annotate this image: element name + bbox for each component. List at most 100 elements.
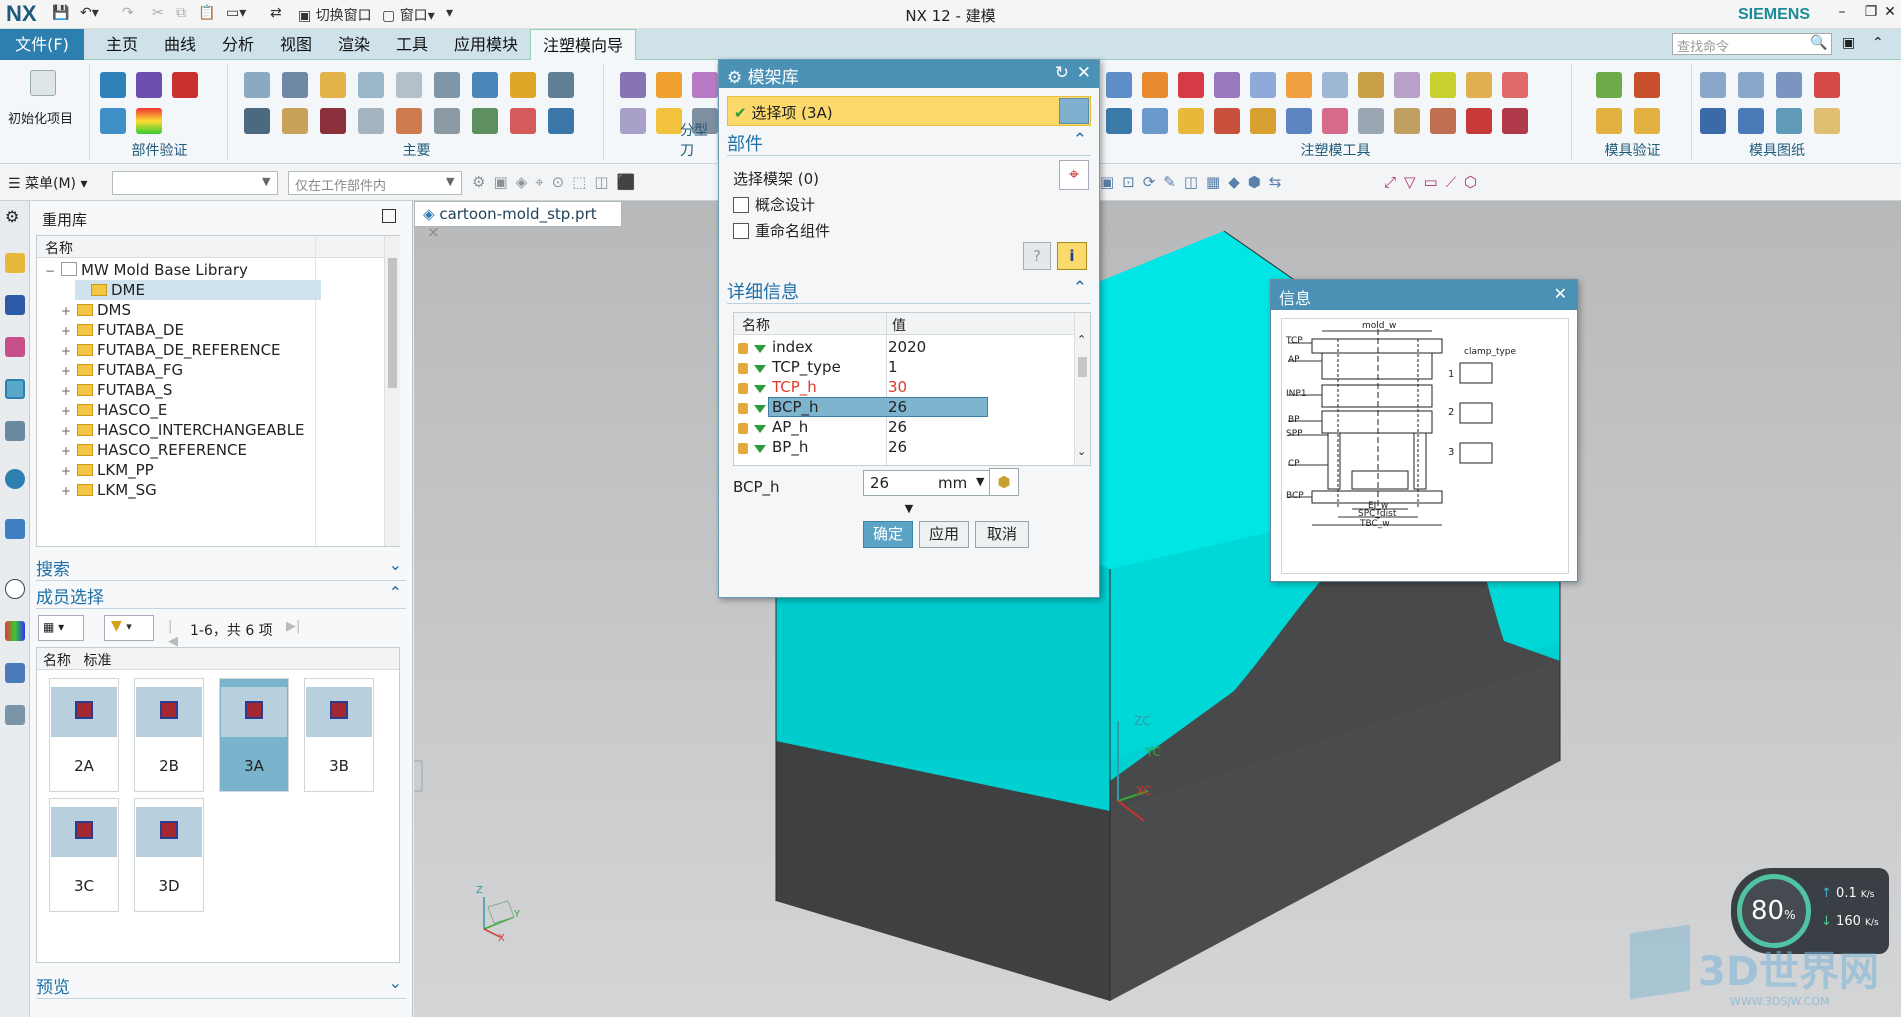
command-search-input[interactable]: 查找命令 [1672,33,1832,55]
tab-analysis[interactable]: 分析 [210,29,266,60]
mold-tool-icon-17[interactable] [1250,108,1276,134]
tree-item[interactable]: + FUTABA_S [45,380,345,400]
mold-drawing-icon-7[interactable] [1776,108,1802,134]
main-tool-icon-1[interactable] [244,72,270,98]
mold-tool-icon-10[interactable] [1430,72,1456,98]
view-manager-icon[interactable] [5,421,25,441]
roles-icon[interactable] [5,705,25,725]
mold-tool-icon-3[interactable] [1178,72,1204,98]
mold-drawing-icon-2[interactable] [1738,72,1764,98]
tree-item[interactable]: + LKM_PP [45,460,345,480]
tree-item[interactable]: + DMS [45,300,345,320]
mold-tool-icon-6[interactable] [1286,72,1312,98]
chevron-down-icon[interactable]: ⌄ [389,973,402,992]
part-validation-icon-2[interactable] [136,72,162,98]
mold-tool-icon-9[interactable] [1394,72,1420,98]
part-navigator-icon[interactable] [5,337,25,357]
search-section-header[interactable]: 搜索 ⌄ [36,555,406,581]
mold-tool-icon-21[interactable] [1394,108,1420,134]
next-page-button[interactable]: ▶| [282,615,304,641]
concept-design-checkbox[interactable]: 概念设计 [733,194,815,215]
mold-tool-icon-15[interactable] [1178,108,1204,134]
mold-tool-icon-22[interactable] [1430,108,1456,134]
more-options-icon[interactable]: ▼ [719,502,1099,516]
mold-drawing-icon-3[interactable] [1776,72,1802,98]
expression-icon[interactable]: ⬢ [989,468,1019,496]
tab-home[interactable]: 主页 [94,29,150,60]
main-tool-icon-11[interactable] [282,108,308,134]
mold-tool-icon-20[interactable] [1358,108,1384,134]
scroll-down-icon[interactable]: ⌄ [1077,445,1086,458]
mold-tool-icon-24[interactable] [1502,108,1528,134]
tab-file[interactable]: 文件(F) [0,29,84,60]
mold-drawing-icon-5[interactable] [1700,108,1726,134]
collapse-icon[interactable]: − [45,261,57,281]
init-project-button[interactable]: 初始化项目 [8,108,73,127]
lock-icon[interactable] [738,343,748,354]
chevron-up-icon[interactable]: ⌃ [389,583,402,602]
lock-icon[interactable] [738,423,748,434]
part-validation-icon-3[interactable] [172,72,198,98]
tree-item[interactable]: + HASCO_INTERCHANGEABLE [45,420,345,440]
gear-icon[interactable]: ⚙ [727,68,742,88]
member-3b[interactable]: 3B [304,678,374,792]
param-row[interactable]: TCP_type 1 [734,357,1074,377]
search-icon[interactable]: 🔍 [1810,35,1827,51]
mold-tool-icon-7[interactable] [1322,72,1348,98]
main-tool-icon-12[interactable] [320,108,346,134]
main-tool-icon-15[interactable] [434,108,460,134]
expand-icon[interactable]: + [61,321,73,341]
mold-tool-icon-23[interactable] [1466,108,1492,134]
help-icon[interactable]: ? [1023,242,1051,270]
param-row[interactable]: TCP_h 30 [734,377,1074,397]
mold-tool-icon-12[interactable] [1502,72,1528,98]
mold-tool-icon-13[interactable] [1106,108,1132,134]
selection-scope-combo[interactable]: 仅在工作部件内 [288,171,462,195]
chevron-down-icon[interactable]: ▼ [976,475,984,488]
tab-mold-wizard[interactable]: 注塑模向导 [530,29,637,60]
history-icon[interactable] [5,519,25,539]
close-icon[interactable]: ✕ [1077,63,1091,83]
expand-icon[interactable]: + [61,381,73,401]
chevron-down-icon[interactable]: ⌄ [389,555,402,574]
minimize-button[interactable]: – [1829,4,1855,24]
palette-icon[interactable] [5,621,25,641]
main-tool-icon-9[interactable] [548,72,574,98]
scroll-up-icon[interactable]: ⌃ [1077,333,1086,346]
lock-icon[interactable] [738,383,748,394]
mold-tool-icon-16[interactable] [1214,108,1240,134]
ribbon-options-icon[interactable]: ▣ [1842,35,1855,51]
graphics-window[interactable]: ZC YC XC Z Y X [391,201,1901,1017]
expand-icon[interactable]: + [61,421,73,441]
mold-drawing-icon-4[interactable] [1814,72,1840,98]
close-icon[interactable]: ✕ [1554,284,1567,303]
tree-item[interactable]: + FUTABA_FG [45,360,345,380]
chevron-up-icon[interactable]: ⌃ [1073,130,1087,150]
main-tool-icon-18[interactable] [548,108,574,134]
tab-tools[interactable]: 工具 [384,29,440,60]
tab-curve[interactable]: 曲线 [152,29,208,60]
member-3d[interactable]: 3D [134,798,204,912]
apply-button[interactable]: 应用 [919,521,969,548]
main-tool-icon-2[interactable] [282,72,308,98]
tab-render[interactable]: 渲染 [326,29,382,60]
tree-item[interactable]: + FUTABA_DE_REFERENCE [45,340,345,360]
scrollbar-thumb[interactable] [388,258,397,388]
view-mode-dropdown[interactable]: ▦ ▾ [38,615,84,641]
part-section-header[interactable]: 部件 ⌃ [727,130,1091,156]
tree-item[interactable]: − MW Mold Base Library [45,260,345,280]
main-tool-icon-8[interactable] [510,72,536,98]
previous-page-button[interactable]: |◀ [164,615,186,649]
view-tools-icons[interactable]: ▣⊡⟳✎◫▦◆⬢⇆ [1100,173,1289,191]
clock-icon[interactable] [5,579,25,599]
process-studio-icon[interactable] [5,663,25,683]
mold-validation-icon-3[interactable] [1596,108,1622,134]
mold-validation-icon-1[interactable] [1596,72,1622,98]
mold-tool-icon-4[interactable] [1214,72,1240,98]
tree-item[interactable]: + HASCO_REFERENCE [45,440,345,460]
expand-icon[interactable]: + [61,481,73,501]
mold-drawing-icon-8[interactable] [1814,108,1840,134]
parting-icon-1[interactable] [620,72,646,98]
member-3a[interactable]: 3A [219,678,289,792]
param-row[interactable]: BP_h 26 [734,437,1074,457]
